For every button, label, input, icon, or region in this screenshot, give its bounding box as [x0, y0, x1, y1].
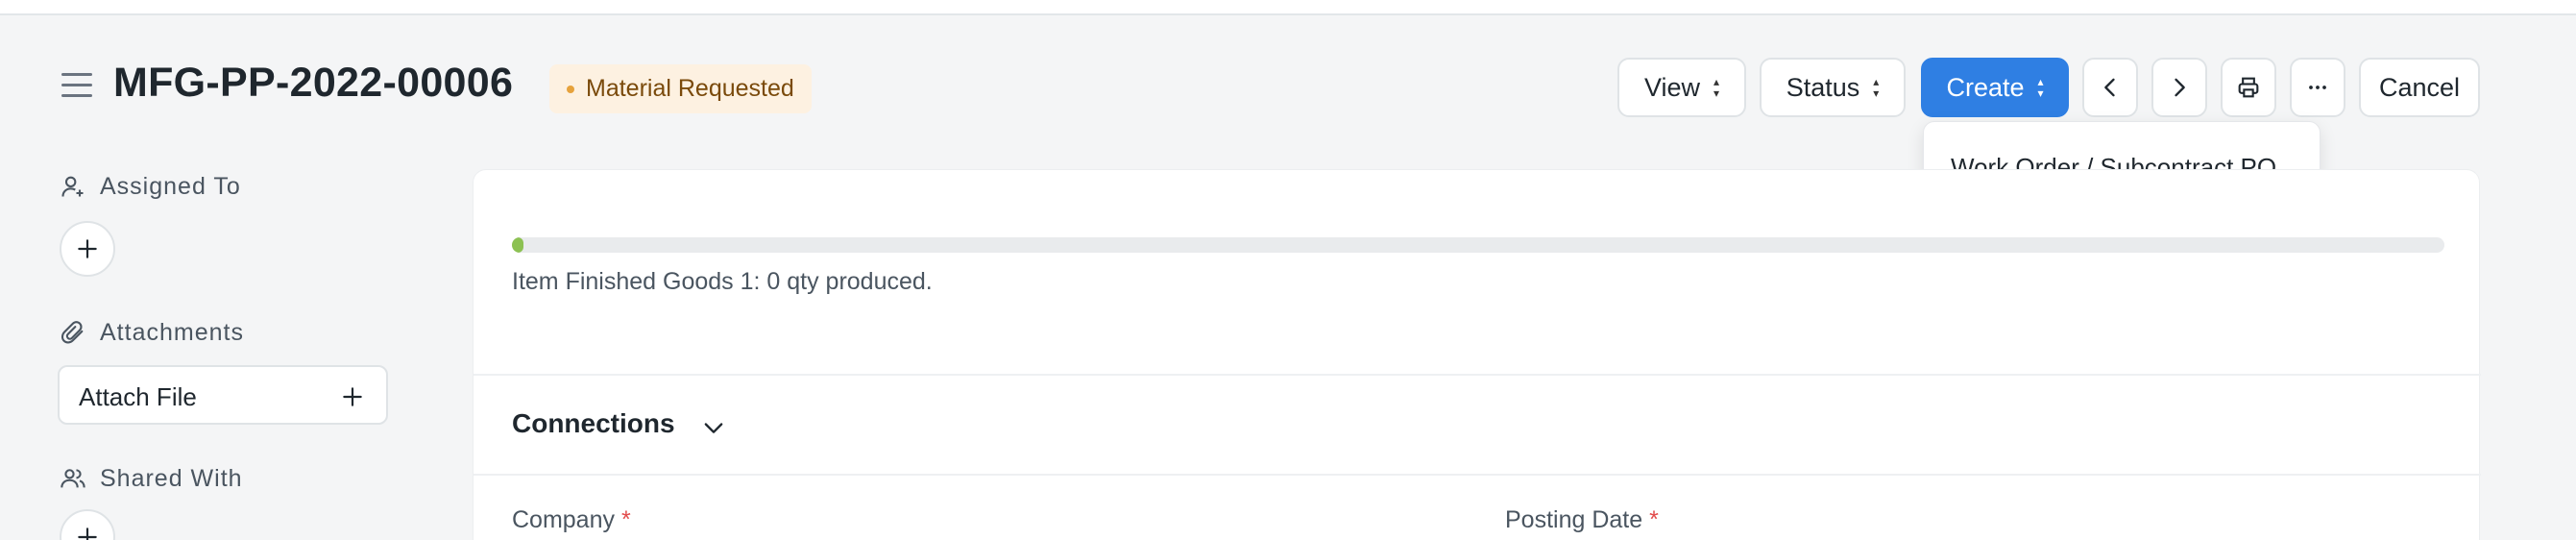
create-button[interactable]: Create ▴ ▾ — [1921, 58, 2069, 117]
add-user-icon — [61, 176, 84, 197]
production-progress-bar — [512, 237, 2444, 253]
print-button[interactable] — [2221, 58, 2276, 117]
progress-description: Item Finished Goods 1: 0 qty produced. — [512, 268, 933, 295]
paperclip-icon — [61, 321, 84, 344]
required-marker: * — [620, 506, 631, 533]
section-divider — [474, 374, 2481, 376]
chevron-left-icon — [2104, 78, 2115, 97]
assigned-to-label: Assigned To — [100, 173, 241, 200]
plus-icon — [343, 387, 362, 406]
updown-chevron-icon: ▴ ▾ — [1873, 75, 1880, 100]
status-button[interactable]: Status ▴ ▾ — [1760, 58, 1906, 117]
cancel-button[interactable]: Cancel — [2359, 58, 2480, 117]
posting-date-field-label: Posting Date * — [1505, 506, 1659, 534]
create-button-label: Create — [1946, 72, 2025, 102]
status-badge: Material Requested — [549, 64, 812, 113]
view-button[interactable]: View ▴ ▾ — [1617, 58, 1746, 117]
chevron-down-icon[interactable] — [700, 414, 727, 441]
add-assignee-button[interactable] — [60, 221, 115, 277]
company-field-label: Company * — [512, 506, 631, 534]
chevron-right-icon — [2175, 78, 2185, 97]
top-navbar — [0, 0, 2576, 15]
posting-date-label-text: Posting Date — [1505, 506, 1643, 533]
production-progress-fill — [512, 237, 524, 253]
company-label-text: Company — [512, 506, 615, 533]
status-badge-label: Material Requested — [586, 75, 794, 102]
attachments-label: Attachments — [100, 319, 244, 346]
attach-file-button[interactable]: Attach File — [58, 365, 388, 425]
updown-chevron-icon: ▴ ▾ — [1713, 75, 1720, 100]
add-share-button[interactable] — [60, 509, 115, 540]
section-divider — [474, 474, 2481, 476]
status-button-label: Status — [1786, 72, 1860, 102]
users-icon — [61, 469, 85, 488]
plus-icon — [78, 239, 97, 258]
cancel-button-label: Cancel — [2378, 72, 2461, 102]
previous-record-button[interactable] — [2082, 58, 2138, 117]
ellipsis-icon — [2309, 86, 2326, 89]
form-card: Item Finished Goods 1: 0 qty produced. C… — [473, 169, 2481, 540]
page-title: MFG-PP-2022-00006 — [113, 60, 514, 106]
updown-chevron-icon: ▴ ▾ — [2037, 75, 2044, 100]
shared-with-label: Shared With — [100, 465, 243, 492]
printer-icon — [2238, 77, 2259, 98]
required-marker: * — [1649, 506, 1659, 533]
plus-icon — [78, 528, 97, 540]
more-actions-button[interactable] — [2290, 58, 2345, 117]
view-button-label: View — [1643, 72, 1700, 102]
attach-file-label: Attach File — [79, 382, 197, 411]
next-record-button[interactable] — [2151, 58, 2207, 117]
connections-section-title[interactable]: Connections — [512, 408, 675, 439]
sidebar-toggle-icon[interactable] — [61, 73, 92, 98]
status-dot-icon — [567, 85, 574, 93]
